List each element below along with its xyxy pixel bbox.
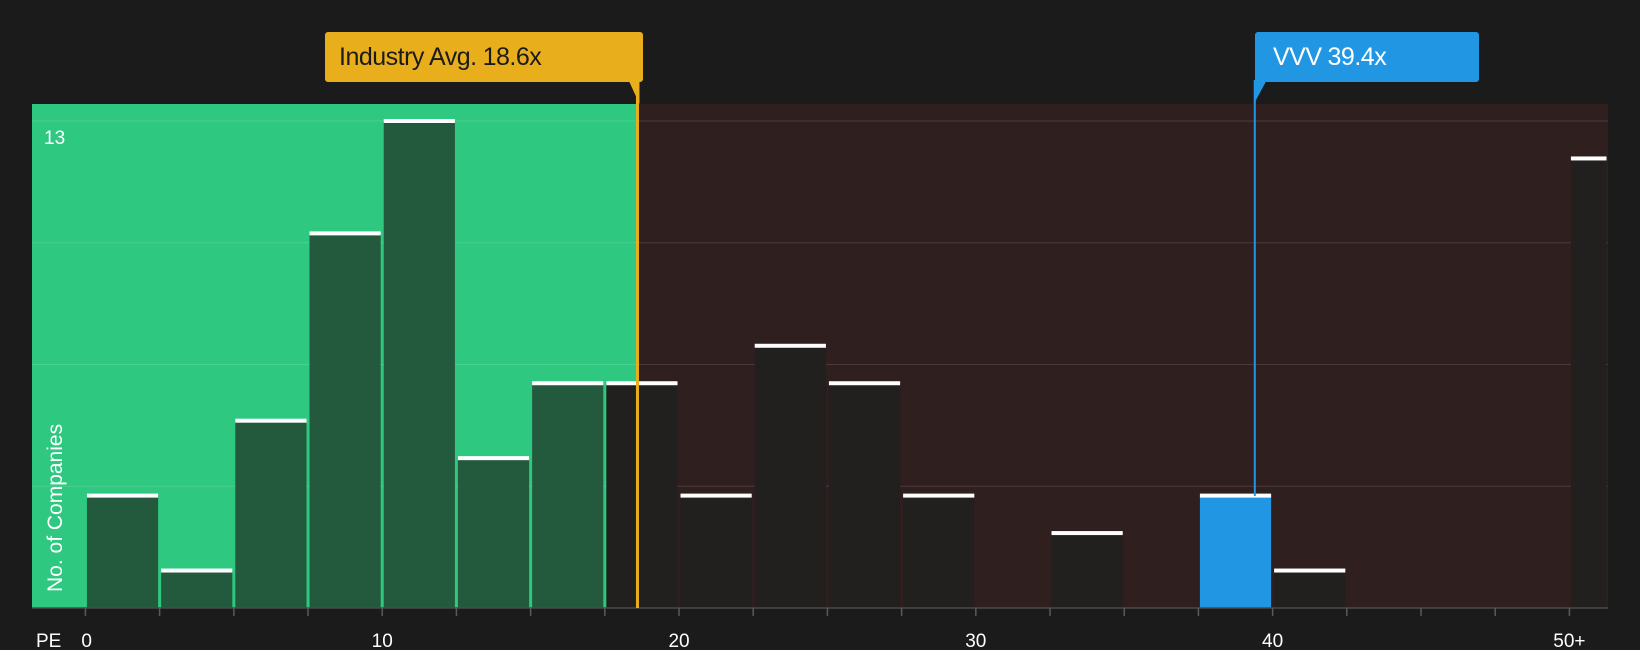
histogram-bar <box>532 383 604 608</box>
x-axis-label: PE <box>36 631 61 650</box>
industry-average-value: 18.6x <box>482 43 542 71</box>
company-pe-callout: VVV 39.4x <box>1255 32 1479 82</box>
histogram-bar-cap <box>383 119 455 123</box>
histogram-bar <box>86 495 159 608</box>
histogram-bar <box>309 233 381 608</box>
company-pe-value: 39.4x <box>1327 43 1387 71</box>
x-tick-label: 30 <box>965 631 986 650</box>
histogram-bar-cap <box>606 381 678 386</box>
histogram-bar <box>457 458 530 608</box>
histogram-bar <box>235 420 307 608</box>
x-tick-label: 0 <box>81 631 92 650</box>
industry-average-label: Industry Avg. <box>339 43 477 71</box>
histogram-bar <box>1570 158 1607 608</box>
company-pe-pointer <box>1253 80 1267 104</box>
company-ticker: VVV <box>1273 43 1322 71</box>
histogram-bar-cap <box>903 493 975 498</box>
pe-distribution-chart: 0 10 20 30 40 50+ 13 No. of Companies PE <box>32 80 1608 650</box>
histogram-bar-cap <box>161 568 233 573</box>
histogram-bar-cap <box>457 456 530 461</box>
histogram-bar <box>680 495 752 608</box>
histogram-bar-cap <box>754 343 826 348</box>
histogram-bar-cap <box>1199 493 1272 498</box>
histogram-bar <box>754 345 826 608</box>
x-axis-ticks: 0 10 20 30 40 50+ <box>81 608 1586 650</box>
histogram-bar-cap <box>235 418 307 423</box>
histogram-bar-cap <box>309 231 381 236</box>
histogram-bar-cap <box>680 493 752 498</box>
histogram-bar <box>903 495 975 608</box>
x-tick-label: 20 <box>668 631 689 650</box>
histogram-bar <box>161 570 233 608</box>
histogram-bar <box>828 383 901 608</box>
histogram-bar <box>606 383 678 608</box>
histogram-bar <box>1051 533 1123 608</box>
industry-average-callout: Industry Avg. 18.6x <box>325 32 643 82</box>
x-tick-label: 40 <box>1262 631 1283 650</box>
y-axis-label: No. of Companies <box>44 424 67 592</box>
histogram-bar <box>1274 570 1346 608</box>
histogram-bar-cap <box>532 381 604 386</box>
histogram-bar <box>383 121 455 608</box>
histogram-bar <box>1199 495 1272 608</box>
y-max-label: 13 <box>44 128 65 149</box>
histogram-bar-cap <box>1274 568 1346 573</box>
x-tick-label: 10 <box>372 631 393 650</box>
histogram-bar-cap <box>1570 156 1607 161</box>
histogram-bar-cap <box>1051 531 1123 536</box>
x-tick-label: 50+ <box>1553 631 1585 650</box>
histogram-bar-cap <box>86 493 159 498</box>
histogram-bar-cap <box>828 381 901 386</box>
